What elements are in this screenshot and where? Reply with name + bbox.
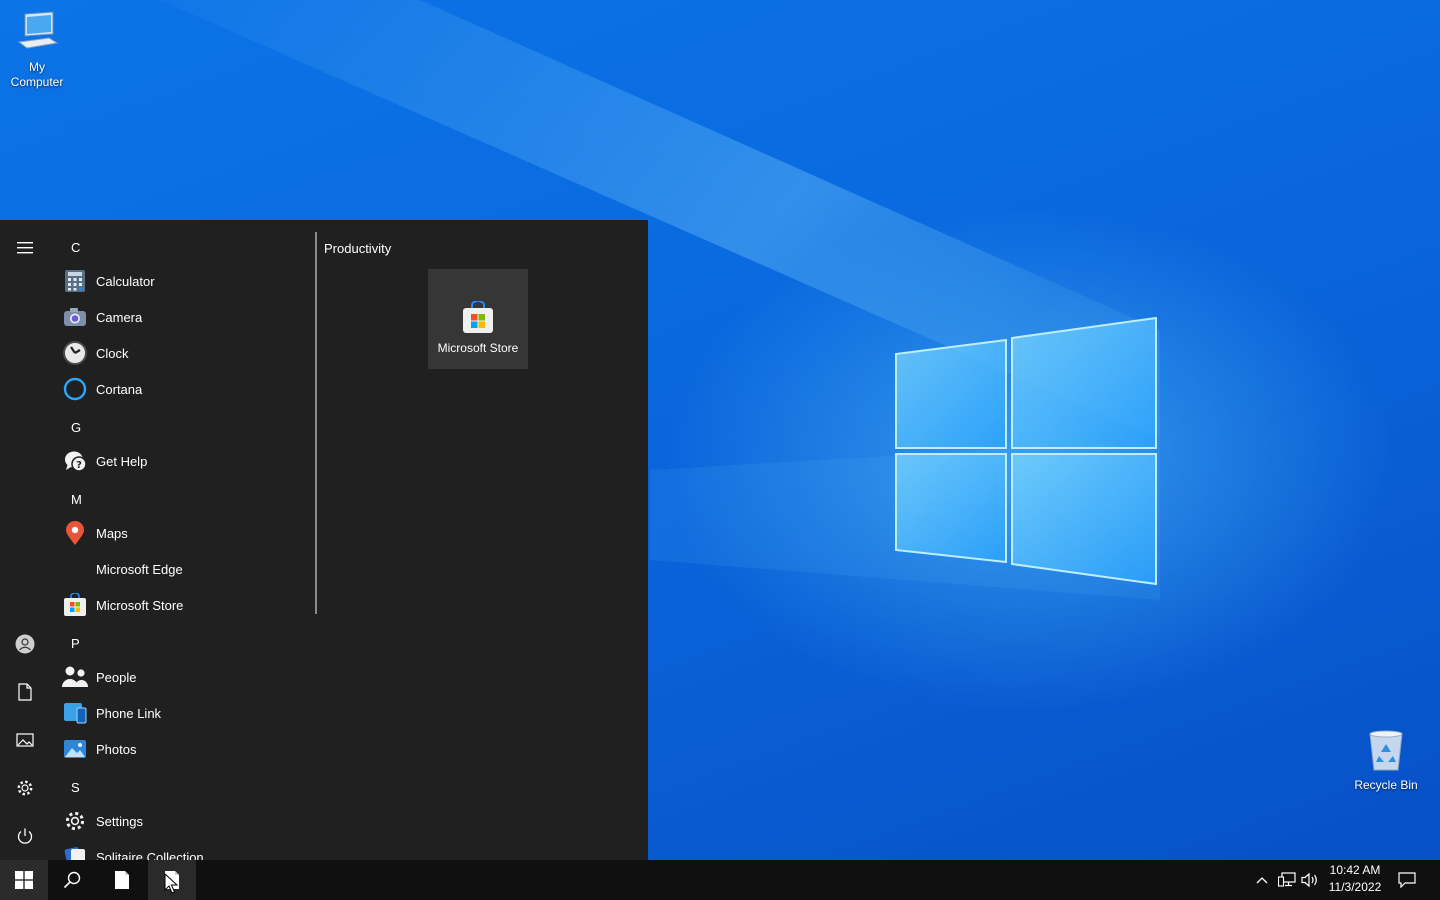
power-icon — [17, 828, 33, 844]
file-icon — [115, 871, 129, 889]
section-header-g[interactable]: G — [71, 420, 81, 435]
app-list: C Calculator Camera Clock Cortana G ? Ge… — [52, 220, 314, 860]
taskbar: 10:42 AM 11/3/2022 — [0, 860, 1440, 900]
action-center-icon — [1398, 872, 1416, 888]
app-label: Calculator — [96, 273, 155, 289]
pictures-icon — [16, 733, 34, 747]
app-label: Maps — [96, 525, 128, 541]
app-label: Microsoft Edge — [96, 561, 183, 577]
app-label: Camera — [96, 309, 143, 325]
action-center-button[interactable] — [1397, 870, 1417, 890]
app-label: Cortana — [96, 381, 143, 397]
network-icon — [1278, 872, 1296, 887]
app-item-maps[interactable]: Maps — [62, 517, 312, 549]
windows-start-icon — [15, 871, 33, 889]
app-item-get-help[interactable]: ? Get Help — [62, 445, 312, 477]
expand-menu-button[interactable] — [5, 230, 45, 266]
tile-microsoft-store[interactable]: Microsoft Store — [428, 269, 528, 369]
app-label: People — [96, 669, 137, 685]
calculator-icon — [62, 268, 88, 294]
app-item-camera[interactable]: Camera — [62, 301, 312, 333]
people-icon — [62, 664, 88, 690]
app-item-photos[interactable]: Photos — [62, 733, 312, 765]
computer-icon — [17, 11, 59, 49]
section-header-c[interactable]: C — [71, 240, 80, 255]
desktop-icon-recycle-bin[interactable]: Recycle Bin — [1346, 728, 1426, 793]
start-button[interactable] — [0, 860, 48, 900]
desktop-icon-my-computer[interactable]: My Computer — [0, 10, 77, 90]
desktop-icon-label: Recycle Bin — [1354, 778, 1418, 792]
store-icon — [62, 592, 88, 618]
app-item-cortana[interactable]: Cortana — [62, 373, 312, 405]
app-label: Settings — [96, 813, 143, 829]
photos-icon — [62, 736, 88, 762]
start-menu-rail — [0, 220, 50, 860]
clock-button[interactable]: 10:42 AM 11/3/2022 — [1318, 862, 1392, 896]
tile-group-title[interactable]: Productivity — [324, 241, 391, 256]
app-item-clock[interactable]: Clock — [62, 337, 312, 369]
clock-time: 10:42 AM — [1329, 863, 1381, 877]
app-item-settings[interactable]: Settings — [62, 805, 312, 837]
solitaire-icon — [62, 844, 88, 860]
settings-icon — [62, 808, 88, 834]
settings-button[interactable] — [5, 770, 45, 806]
app-label: Microsoft Store — [96, 597, 184, 613]
app-label: Clock — [96, 345, 129, 361]
clock-date: 11/3/2022 — [1328, 880, 1382, 894]
app-label: Photos — [96, 741, 137, 757]
volume-icon — [1301, 872, 1317, 888]
get-help-icon: ? — [62, 448, 88, 474]
show-hidden-icons-button[interactable] — [1252, 870, 1272, 890]
cortana-icon — [62, 376, 88, 402]
desktop-icon-label: My — [29, 60, 45, 74]
camera-icon — [62, 304, 88, 330]
power-button[interactable] — [5, 818, 45, 854]
start-menu: C Calculator Camera Clock Cortana G ? Ge… — [0, 220, 648, 860]
desktop-icon-label: Computer — [10, 75, 64, 89]
app-item-phone-link[interactable]: Phone Link — [62, 697, 312, 729]
app-item-microsoft-edge[interactable]: Microsoft Edge — [62, 553, 312, 585]
app-item-calculator[interactable]: Calculator — [62, 265, 312, 297]
mouse-cursor-icon — [164, 873, 178, 894]
svg-text:?: ? — [76, 460, 82, 471]
user-icon — [15, 634, 35, 654]
section-header-s[interactable]: S — [71, 780, 80, 795]
phone-link-icon — [62, 700, 88, 726]
settings-icon — [17, 780, 33, 796]
clock-icon — [62, 340, 88, 366]
documents-button[interactable] — [5, 674, 45, 710]
recycle-bin-icon — [1369, 730, 1403, 771]
search-button[interactable] — [48, 860, 96, 900]
user-account-button[interactable] — [5, 626, 45, 662]
section-header-m[interactable]: M — [71, 492, 82, 507]
app-item-solitaire-collection[interactable]: Solitaire Collection — [62, 841, 312, 860]
tiles-area: Productivity Microsoft Store — [324, 220, 644, 860]
hamburger-icon — [17, 242, 33, 254]
chevron-up-icon — [1256, 877, 1268, 884]
app-item-people[interactable]: People — [62, 661, 312, 693]
windows-logo-wallpaper — [895, 316, 1157, 586]
app-label: Phone Link — [96, 705, 162, 721]
search-icon — [63, 871, 81, 889]
maps-icon — [62, 520, 88, 546]
app-label: Get Help — [96, 453, 148, 469]
documents-icon — [18, 683, 32, 701]
taskbar-app-button[interactable] — [98, 860, 146, 900]
pictures-button[interactable] — [5, 722, 45, 758]
store-icon — [463, 301, 493, 333]
volume-button[interactable] — [1300, 870, 1320, 890]
app-item-microsoft-store[interactable]: Microsoft Store — [62, 589, 312, 621]
scrollbar[interactable] — [315, 232, 317, 614]
network-button[interactable] — [1277, 870, 1297, 890]
tile-label: Microsoft Store — [437, 341, 519, 355]
app-label: Solitaire Collection — [96, 849, 204, 861]
section-header-p[interactable]: P — [71, 636, 80, 651]
